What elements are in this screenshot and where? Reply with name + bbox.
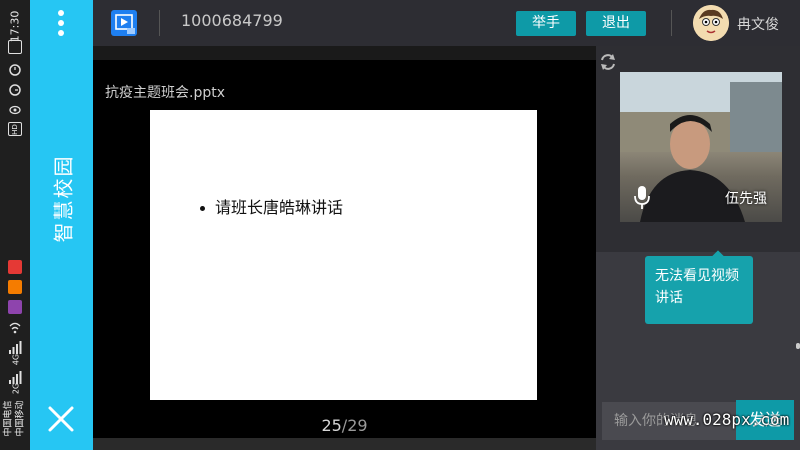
battery-icon (8, 40, 22, 54)
file-name: 抗疫主题班会.pptx (105, 85, 225, 101)
toolbar-divider (159, 10, 160, 36)
avatar[interactable] (693, 5, 729, 41)
speaker-name: 伍先强 (725, 191, 767, 207)
close-icon (48, 406, 74, 432)
scroll-indicator (796, 343, 800, 349)
wifi-icon (8, 320, 22, 334)
close-button[interactable] (45, 403, 77, 435)
play-presentation-icon[interactable] (111, 10, 137, 36)
slide-area: 抗疫主题班会.pptx 请班长唐皓琳讲话 25/29 (93, 46, 596, 438)
more-vertical-icon[interactable] (55, 10, 67, 40)
status-bar: 17:30 HD 4G 2G 中国电信 中国移动 (0, 0, 30, 450)
alarm-icon (8, 62, 22, 76)
bullet-icon (200, 206, 205, 211)
video-feed[interactable]: 伍先强 (620, 72, 782, 222)
app-notification-icon (8, 300, 22, 314)
bullet-text: 请班长唐皓琳讲话 (215, 198, 344, 217)
hd-icon: HD (8, 122, 22, 136)
chat-section: 无法看见视频讲话 (596, 250, 800, 402)
microphone-icon (632, 184, 652, 210)
app-notification-icon (8, 260, 22, 274)
chat-message: 无法看见视频讲话 (645, 256, 753, 324)
toolbar-divider (671, 10, 672, 36)
exit-button[interactable]: 退出 (586, 11, 646, 36)
video-section: 伍先强 (596, 46, 800, 252)
page-indicator: 25/29 (93, 416, 596, 435)
slide-scroll-strip (93, 438, 596, 450)
meeting-id: 1000684799 (181, 11, 283, 30)
current-page: 25 (321, 416, 342, 435)
app-title: 智慧校园 (51, 154, 76, 243)
user-name: 冉文俊 (737, 17, 779, 33)
timer-icon (8, 82, 22, 96)
watermark: www.028px.com (664, 410, 790, 429)
app-notification-icon (8, 280, 22, 294)
eye-icon (8, 102, 22, 116)
toolbar: 1000684799 举手 退出 冉文俊 (93, 0, 800, 46)
refresh-icon[interactable] (598, 52, 618, 72)
carrier-label: 中国移动 (15, 400, 26, 437)
side-panel: 智慧校园 (30, 0, 93, 450)
total-pages: 29 (347, 416, 368, 435)
right-panel: 伍先强 无法看见视频讲话 发送 (596, 46, 800, 450)
slide-bullet-text: 请班长唐皓琳讲话 (200, 194, 343, 218)
raise-hand-button[interactable]: 举手 (516, 11, 576, 36)
slide-canvas[interactable]: 请班长唐皓琳讲话 (150, 110, 537, 400)
slide-stage: 抗疫主题班会.pptx 请班长唐皓琳讲话 25/29 (93, 60, 596, 438)
